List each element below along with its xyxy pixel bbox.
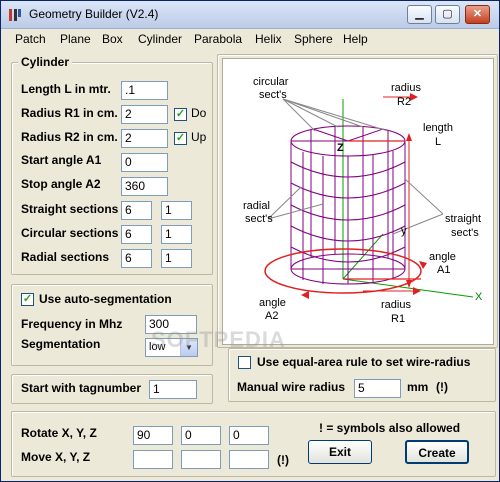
menu-bar: Patch Plane Box Cylinder Parabola Helix … [1, 29, 499, 49]
circular-sections-input-2[interactable]: 1 [161, 225, 192, 244]
straight-sects-label-2: sect's [451, 227, 479, 239]
straight-sects-label-1: straight [445, 213, 481, 225]
menu-parabola[interactable]: Parabola [194, 32, 242, 46]
rotate-y-input[interactable]: 0 [181, 426, 221, 445]
app-icon [9, 9, 21, 21]
create-button[interactable]: Create [405, 440, 469, 464]
segmentation-label: Segmentation [21, 337, 101, 351]
cylinder-diagram: circular sect's radius R2 length L Z rad… [222, 58, 494, 345]
radial-sections-input-2[interactable]: 1 [161, 249, 192, 268]
radial-sections-input-1[interactable]: 6 [121, 249, 152, 268]
radius-r1-label-2: R1 [391, 313, 405, 325]
length-label-2: L [435, 136, 441, 148]
minimize-button[interactable]: ▁ [407, 5, 432, 24]
length-input[interactable]: .1 [121, 81, 168, 100]
equal-area-checkbox[interactable] [238, 356, 251, 369]
exit-button[interactable]: Exit [308, 440, 372, 464]
start-angle-input[interactable]: 0 [121, 153, 168, 172]
r2-up-checkbox[interactable]: ✓ [174, 132, 187, 145]
circular-sections-label: Circular sections [21, 226, 119, 240]
radius-r1-label-1: radius [381, 299, 411, 311]
rotate-label: Rotate X, Y, Z [21, 426, 97, 440]
radius-r2-label-2: R2 [397, 96, 411, 108]
close-icon: ✕ [472, 8, 483, 20]
angle-a2-label-2: A2 [265, 310, 278, 322]
menu-sphere[interactable]: Sphere [294, 32, 333, 46]
rotate-z-input[interactable]: 0 [229, 426, 269, 445]
circular-sects-label-1: circular [253, 76, 289, 88]
equal-area-label: Use equal-area rule to set wire-radius [257, 355, 471, 369]
length-label-1: length [423, 122, 453, 134]
straight-sections-label: Straight sections [21, 202, 119, 216]
r2-up-label: Up [191, 130, 207, 144]
watermark: SOFTPEDIA [151, 327, 286, 352]
maximize-button[interactable]: ▢ [435, 5, 460, 24]
check-icon: ✓ [175, 132, 186, 144]
straight-sections-input-2[interactable]: 1 [161, 201, 192, 220]
straight-sections-input-1[interactable]: 6 [121, 201, 152, 220]
close-button[interactable]: ✕ [465, 5, 490, 24]
manual-wire-input[interactable]: 5 [354, 379, 401, 398]
r1-arrow [413, 287, 421, 295]
move-label: Move X, Y, Z [21, 450, 91, 464]
angle-a1-label-1: angle [429, 251, 456, 263]
frequency-label: Frequency in Mhz [21, 317, 123, 331]
check-icon: ✓ [22, 293, 33, 305]
maximize-icon: ▢ [442, 8, 453, 20]
r2-arrow [410, 93, 418, 101]
circular-sections-input-1[interactable]: 6 [121, 225, 152, 244]
move-z-input[interactable] [229, 450, 269, 469]
wire-excl: (!) [436, 380, 448, 394]
circular-sects-label-2: sect's [259, 89, 287, 101]
tag-label: Start with tagnumber [21, 381, 142, 395]
start-angle-label: Start angle A1 [21, 153, 102, 167]
menu-box[interactable]: Box [102, 32, 123, 46]
menu-help[interactable]: Help [343, 32, 368, 46]
minimize-icon: ▁ [415, 8, 424, 20]
cylinder-legend: Cylinder [18, 55, 73, 69]
x-axis-label: X [475, 291, 483, 303]
tag-input[interactable]: 1 [149, 380, 197, 399]
cylinder-wireframe [290, 125, 406, 285]
callout-lines [267, 98, 444, 235]
manual-wire-label: Manual wire radius [237, 380, 346, 394]
angle-a1-label-2: A1 [437, 264, 450, 276]
wire-unit: mm [407, 380, 429, 394]
a2-arrow [301, 291, 309, 299]
check-icon: ✓ [175, 108, 186, 120]
move-y-input[interactable] [181, 450, 221, 469]
move-excl: (!) [277, 453, 289, 467]
menu-helix[interactable]: Helix [255, 32, 282, 46]
r1-do-label: Do [191, 106, 207, 120]
r1-do-checkbox[interactable]: ✓ [174, 108, 187, 121]
window-title: Geometry Builder (V2.4) [29, 7, 159, 21]
cylinder-diagram-svg: circular sect's radius R2 length L Z rad… [243, 76, 483, 325]
r2-input[interactable]: 2 [121, 129, 168, 148]
radial-sects-label-1: radial [243, 200, 270, 212]
r1-label: Radius R1 in cm. [21, 106, 118, 120]
length-arrow-top [406, 133, 412, 141]
y-axis-label: y [401, 225, 407, 237]
title-bar: Geometry Builder (V2.4) ▁ ▢ ✕ [1, 1, 499, 29]
symbols-note: ! = symbols also allowed [319, 421, 461, 435]
stop-angle-label: Stop angle A2 [21, 177, 101, 191]
radial-sections-label: Radial sections [21, 250, 110, 264]
radius-r2-label-1: radius [391, 82, 421, 94]
r1-input[interactable]: 2 [121, 105, 168, 124]
menu-patch[interactable]: Patch [15, 32, 46, 46]
length-label: Length L in mtr. [21, 82, 111, 96]
auto-segmentation-label: Use auto-segmentation [39, 292, 172, 306]
stop-angle-input[interactable]: 360 [121, 177, 168, 196]
z-axis-label: Z [337, 142, 344, 154]
app-window: Geometry Builder (V2.4) ▁ ▢ ✕ Patch Plan… [0, 0, 500, 482]
menu-plane[interactable]: Plane [60, 32, 91, 46]
menu-cylinder[interactable]: Cylinder [138, 32, 182, 46]
r2-label: Radius R2 in cm. [21, 130, 118, 144]
move-x-input[interactable] [133, 450, 173, 469]
auto-segmentation-checkbox[interactable]: ✓ [21, 293, 34, 306]
angle-a2-label-1: angle [259, 297, 286, 309]
radial-sects-label-2: sect's [245, 213, 273, 225]
rotate-x-input[interactable]: 90 [133, 426, 173, 445]
